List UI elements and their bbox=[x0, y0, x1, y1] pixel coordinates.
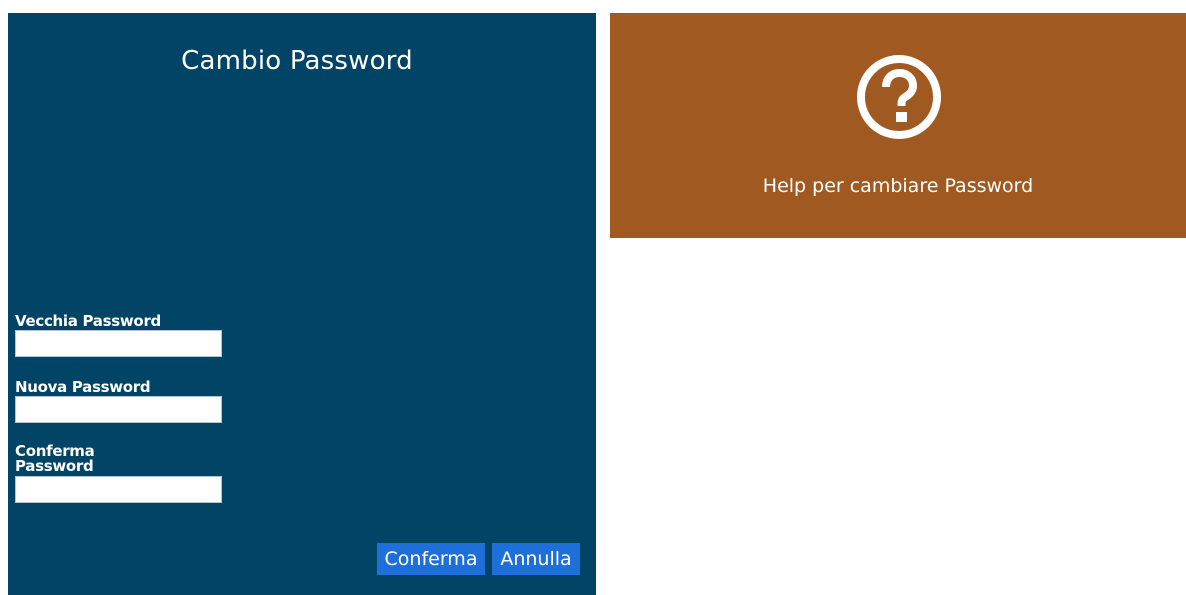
change-password-panel: Cambio Password Vecchia Password Nuova P… bbox=[8, 13, 596, 595]
confirm-password-input[interactable] bbox=[15, 476, 222, 503]
panel-title: Cambio Password bbox=[181, 46, 413, 76]
confirm-button[interactable]: Conferma bbox=[377, 543, 485, 575]
question-circle-icon bbox=[857, 55, 941, 139]
new-password-input[interactable] bbox=[15, 396, 222, 423]
cancel-button[interactable]: Annulla bbox=[492, 543, 580, 575]
help-panel[interactable]: Help per cambiare Password bbox=[610, 13, 1186, 238]
old-password-label: Vecchia Password bbox=[15, 312, 161, 330]
confirm-password-label: Conferma Password bbox=[15, 442, 95, 475]
page: Cambio Password Vecchia Password Nuova P… bbox=[0, 0, 1186, 595]
help-text: Help per cambiare Password bbox=[762, 175, 1034, 197]
old-password-input[interactable] bbox=[15, 330, 222, 357]
new-password-label: Nuova Password bbox=[15, 378, 151, 396]
